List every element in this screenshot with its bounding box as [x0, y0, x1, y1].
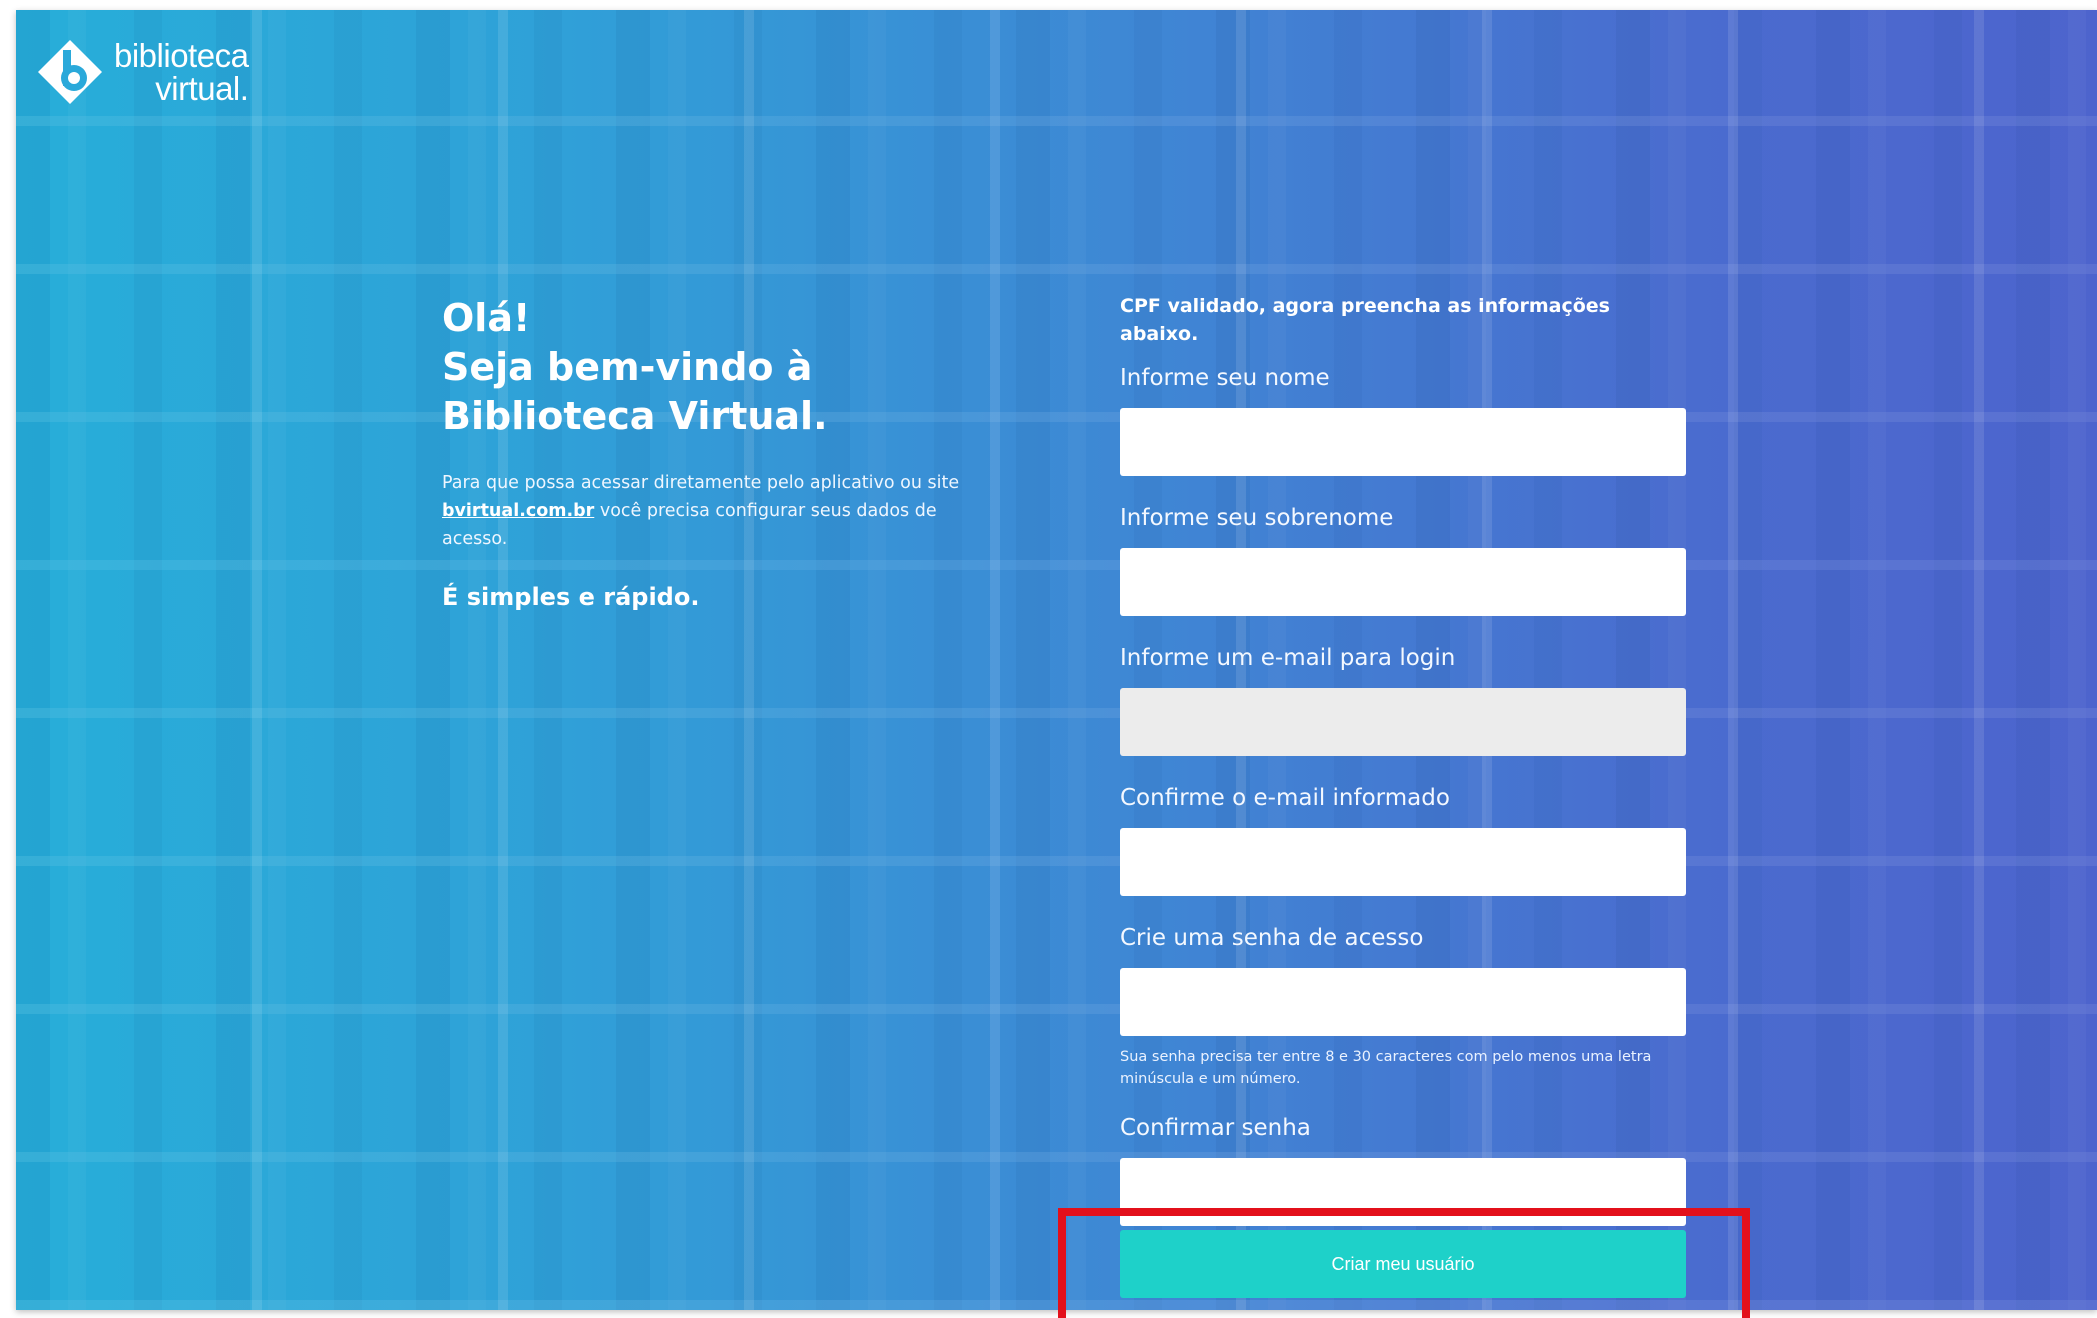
- last-name-group: Informe seu sobrenome: [1120, 504, 1686, 616]
- bookshelf-dividers: [16, 10, 2097, 1310]
- intro-text: Para que possa acessar diretamente pelo …: [442, 469, 1002, 553]
- signup-form: CPF validado, agora preencha as informaç…: [1120, 292, 1686, 1254]
- site-link[interactable]: bvirtual.com.br: [442, 501, 594, 521]
- password-label: Crie uma senha de acesso: [1120, 925, 1424, 951]
- brand-name-line1: biblioteca: [114, 37, 249, 74]
- tagline: É simples e rápido.: [442, 583, 700, 611]
- password-field[interactable]: [1120, 968, 1686, 1036]
- email-label: Informe um e-mail para login: [1120, 645, 1456, 671]
- first-name-group: Informe seu nome: [1120, 364, 1686, 476]
- password-group: Crie uma senha de acesso Sua senha preci…: [1120, 924, 1686, 1090]
- create-user-button[interactable]: Criar meu usuário: [1120, 1230, 1686, 1298]
- brand-name: biblioteca virtual.: [114, 37, 249, 107]
- confirm-email-group: Confirme o e-mail informado: [1120, 784, 1686, 896]
- email-group: Informe um e-mail para login: [1120, 644, 1686, 756]
- welcome-heading: Olá! Seja bem-vindo à Biblioteca Virtual…: [442, 294, 1002, 441]
- confirm-email-field[interactable]: [1120, 828, 1686, 896]
- last-name-field[interactable]: [1120, 548, 1686, 616]
- last-name-label: Informe seu sobrenome: [1120, 505, 1394, 531]
- heading-line-2: Seja bem-vindo à: [442, 345, 813, 389]
- confirm-email-label: Confirme o e-mail informado: [1120, 785, 1450, 811]
- library-logo-icon: [38, 40, 102, 104]
- cpf-validated-notice: CPF validado, agora preencha as informaç…: [1120, 295, 1610, 345]
- first-name-field[interactable]: [1120, 408, 1686, 476]
- signup-page: [16, 10, 2097, 1310]
- brand-name-line2: virtual.: [155, 70, 249, 107]
- intro-text-start: Para que possa acessar diretamente pelo …: [442, 473, 960, 493]
- heading-line-3: Biblioteca Virtual.: [442, 394, 828, 438]
- email-field[interactable]: [1120, 688, 1686, 756]
- heading-line-1: Olá!: [442, 296, 531, 340]
- welcome-panel: Olá! Seja bem-vindo à Biblioteca Virtual…: [442, 294, 1002, 611]
- first-name-label: Informe seu nome: [1120, 365, 1330, 391]
- brand-logo[interactable]: biblioteca virtual.: [34, 36, 249, 108]
- confirm-password-label: Confirmar senha: [1120, 1115, 1311, 1141]
- password-hint: Sua senha precisa ter entre 8 e 30 carac…: [1120, 1049, 1652, 1087]
